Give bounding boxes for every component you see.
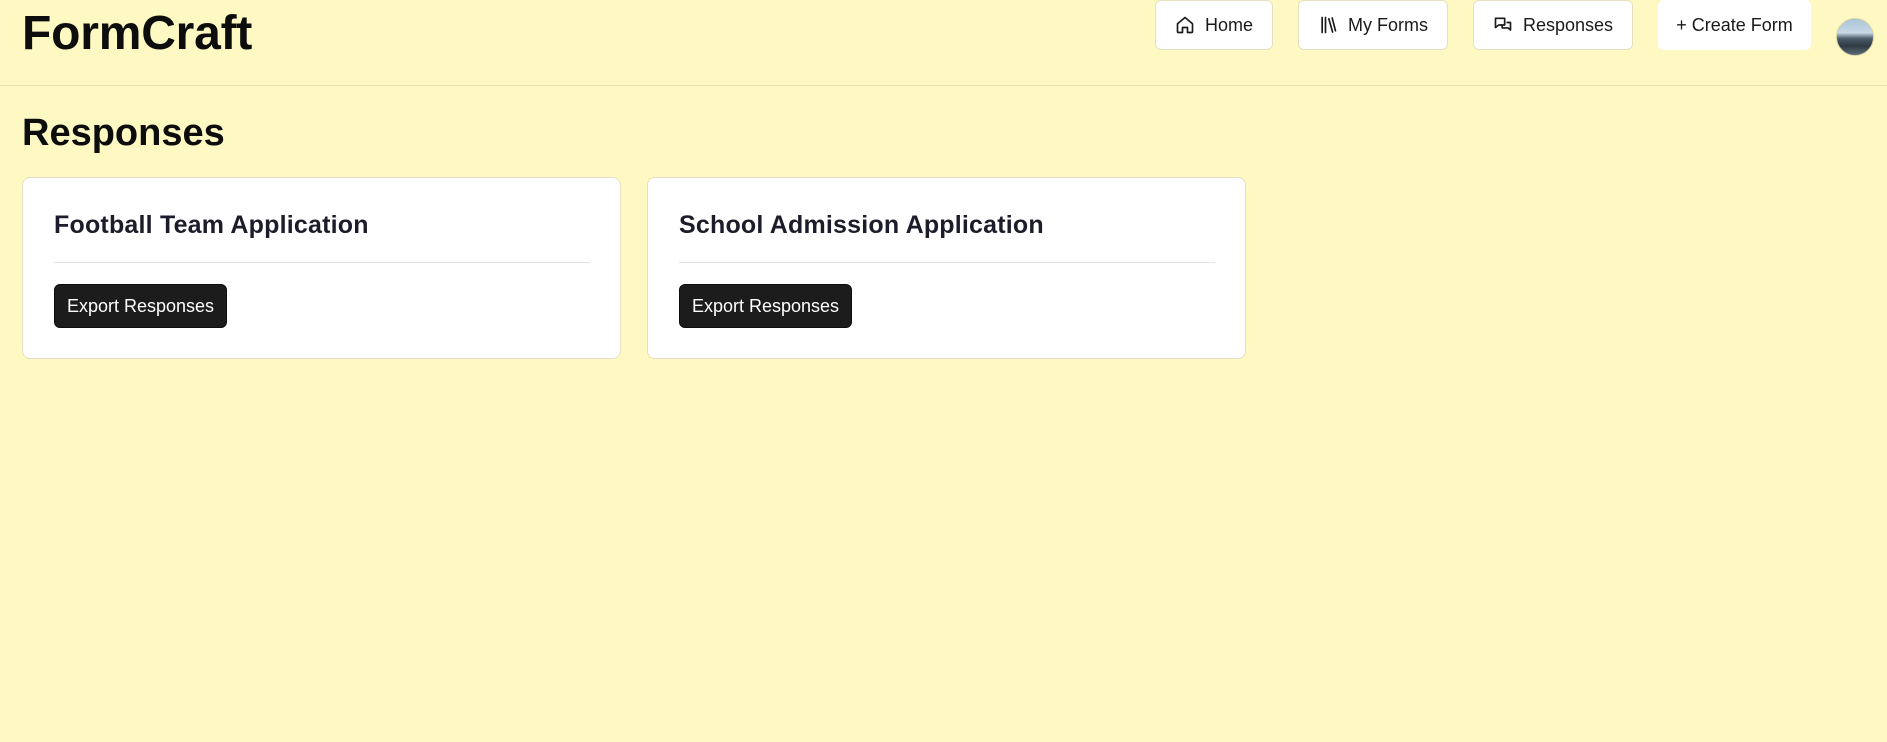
create-form-label: + Create Form bbox=[1676, 14, 1793, 35]
nav-responses-button[interactable]: Responses bbox=[1473, 0, 1633, 50]
page-title: Responses bbox=[22, 112, 225, 154]
top-bar: FormCraft Home My Forms Responses + Crea… bbox=[0, 0, 1887, 86]
nav-home-label: Home bbox=[1204, 14, 1253, 35]
form-card-title: School Admission Application bbox=[679, 211, 1044, 239]
user-avatar[interactable] bbox=[1836, 18, 1874, 56]
card-divider bbox=[54, 262, 590, 263]
nav-responses-label: Responses bbox=[1522, 14, 1614, 35]
home-icon bbox=[1175, 15, 1195, 35]
form-card: School Admission Application Export Resp… bbox=[647, 177, 1246, 359]
form-card-title: Football Team Application bbox=[54, 211, 369, 239]
form-card: Football Team Application Export Respons… bbox=[22, 177, 621, 359]
export-responses-button[interactable]: Export Responses bbox=[54, 284, 227, 328]
nav-home-button[interactable]: Home bbox=[1155, 0, 1273, 50]
app-logo[interactable]: FormCraft bbox=[22, 8, 252, 60]
nav-my-forms-button[interactable]: My Forms bbox=[1298, 0, 1448, 50]
create-form-button[interactable]: + Create Form bbox=[1658, 0, 1811, 50]
messages-icon bbox=[1493, 15, 1513, 35]
export-responses-button[interactable]: Export Responses bbox=[679, 284, 852, 328]
card-divider bbox=[679, 262, 1215, 263]
library-icon bbox=[1318, 15, 1338, 35]
nav-my-forms-label: My Forms bbox=[1348, 14, 1428, 35]
